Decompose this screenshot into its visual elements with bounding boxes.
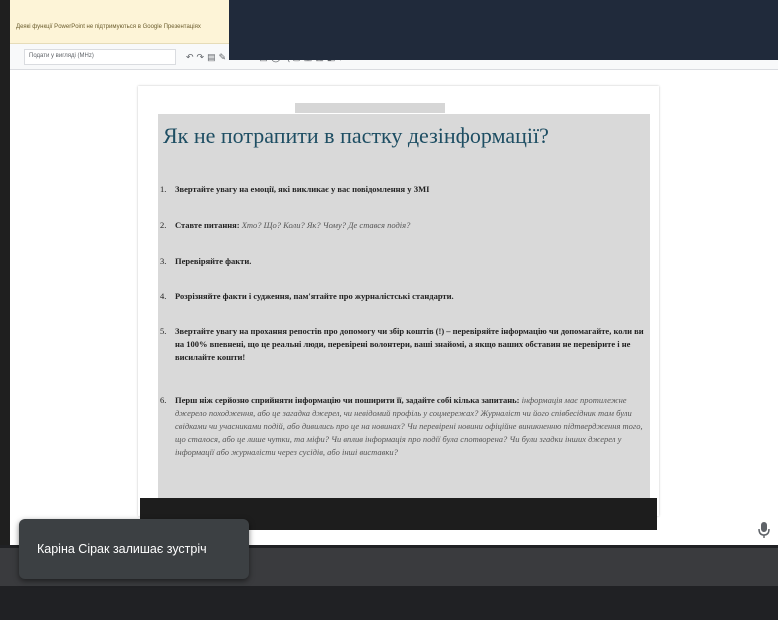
slide-list: 1. Звертайте увагу на емоції, які виклик…: [158, 114, 650, 501]
slide-content[interactable]: Як не потрапити в пастку дезінформації? …: [158, 114, 650, 501]
redo-icon[interactable]: ↷: [197, 52, 208, 62]
microphone-icon[interactable]: [757, 520, 771, 540]
list-item-number: 6.: [160, 395, 167, 405]
paint-format-icon[interactable]: ✎: [219, 52, 230, 62]
undo-icon[interactable]: ↶: [186, 52, 197, 62]
list-item-number: 1.: [160, 184, 167, 194]
list-item-number: 5.: [160, 326, 167, 336]
list-item-number: 4.: [160, 291, 167, 301]
list-item-number: 2.: [160, 220, 167, 230]
presentation-window: Деякі функції PowerPoint не підтримуютьс…: [10, 0, 778, 545]
participant-left-toast: Каріна Сірак залишає зустріч: [19, 519, 249, 579]
screen-share-overlay: [229, 0, 778, 60]
slide-canvas: Як не потрапити в пастку дезінформації? …: [10, 70, 778, 545]
list-item-bold: Ставте питання:: [175, 220, 240, 230]
list-item-number: 3.: [160, 256, 167, 266]
list-item-bold: Звертайте увагу на емоції, які викликає …: [175, 184, 430, 194]
print-icon[interactable]: ▤: [207, 52, 219, 62]
infobar-message: Деякі функції PowerPoint не підтримуютьс…: [16, 24, 201, 30]
toast-message: Каріна Сірак залишає зустріч: [37, 542, 207, 556]
list-item-bold: Перевіряйте факти.: [175, 256, 252, 266]
slide-header-strip: [295, 103, 445, 113]
list-item-bold: Перш ніж серйозно сприйняти інформацію ч…: [175, 395, 520, 405]
list-item-text: Хто? Що? Коли? Як? Чому? Де стався подія…: [241, 220, 411, 230]
list-item-bold: Звертайте увагу на прохання репостів про…: [175, 326, 644, 362]
font-select[interactable]: Подати у вигляді (MHz): [24, 49, 176, 65]
list-item-bold: Розрізняйте факти і судження, пам'ятайте…: [175, 291, 454, 301]
slide-page[interactable]: Як не потрапити в пастку дезінформації? …: [138, 86, 659, 530]
